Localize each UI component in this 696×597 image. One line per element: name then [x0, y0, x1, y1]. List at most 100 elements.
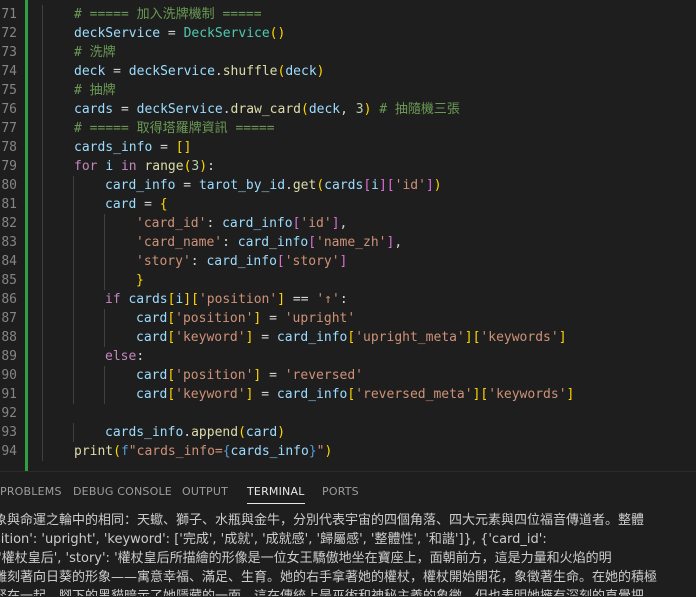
- indent-guide: [42, 176, 43, 195]
- code-line[interactable]: 90 card['position'] = 'reversed': [0, 366, 696, 385]
- code-token: =: [136, 197, 160, 212]
- line-number: 92: [1, 406, 17, 421]
- code-token: [: [167, 387, 176, 402]
- code-token: ]: [339, 254, 348, 269]
- code-line[interactable]: 88 card['keyword'] = card_info['upright_m…: [0, 328, 696, 347]
- code-token: range: [144, 159, 184, 174]
- code-text: 'story': card_info['story']: [136, 252, 347, 271]
- code-token: ]: [425, 178, 434, 193]
- code-editor[interactable]: 71 # ===== 加入洗牌機制 ===== 72 deckService = De…: [0, 0, 696, 471]
- code-text: deck = deckService.shuffle(deck): [74, 62, 324, 81]
- code-token: (: [301, 102, 309, 117]
- code-line[interactable]: 81 card = {: [0, 195, 696, 214]
- code-line[interactable]: 72 deckService = DeckService(): [0, 24, 696, 43]
- code-token: 'position': [175, 311, 254, 326]
- code-text: deckService = DeckService(): [74, 24, 285, 43]
- code-token: [: [167, 330, 176, 345]
- code-line[interactable]: 92: [0, 404, 696, 423]
- code-token: :: [222, 235, 238, 250]
- code-token: cards_info: [74, 140, 153, 155]
- code-token: =: [160, 26, 184, 41]
- tab-terminal[interactable]: TERMINAL: [247, 484, 305, 504]
- code-token: ): [324, 444, 333, 459]
- code-line[interactable]: 89 else:: [0, 347, 696, 366]
- line-number: 79: [1, 159, 17, 174]
- code-token: 'position': [175, 368, 254, 383]
- code-token: card: [105, 197, 137, 212]
- code-token: [: [191, 292, 199, 307]
- code-line[interactable]: 71 # ===== 加入洗牌機制 =====: [0, 5, 696, 24]
- terminal-line: 雕刻著向日葵的形象——寓意幸福、滿足、生育。她的右手拿著她的權杖，權杖開始開花，…: [0, 570, 658, 585]
- code-line[interactable]: 94 print(f"cards_info={cards_info}"): [0, 442, 696, 461]
- indent-guide: [42, 62, 43, 81]
- code-token: card: [136, 387, 168, 402]
- code-token: [: [386, 178, 395, 193]
- code-text: cards_info.append(card): [105, 423, 285, 442]
- code-line[interactable]: 77 # ===== 取得塔羅牌資訊 =====: [0, 119, 696, 138]
- code-line[interactable]: 78 cards_info = []: [0, 138, 696, 157]
- code-text: card['position'] = 'reversed': [136, 366, 363, 385]
- indent-guide: [42, 195, 43, 214]
- tab-output[interactable]: OUTPUT: [182, 484, 228, 504]
- indent-guide: [104, 214, 105, 233]
- code-token: 'card_name': [136, 235, 223, 250]
- indent-guide: [104, 328, 105, 347]
- indent-guide: [73, 423, 74, 442]
- code-token: :: [206, 216, 223, 231]
- code-token: ): [277, 425, 286, 440]
- code-line[interactable]: 84'story': card_info['story']: [0, 252, 696, 271]
- code-token: card: [136, 368, 168, 383]
- code-line[interactable]: 75 # 抽牌: [0, 81, 696, 100]
- code-line[interactable]: 76 cards = deckService.draw_card(deck, 3)…: [0, 100, 696, 119]
- indent-guide: [42, 366, 43, 385]
- indent-guide: [42, 385, 43, 404]
- indent-guide: [42, 404, 43, 423]
- indent-guide: [42, 328, 43, 347]
- code-token: [: [308, 235, 317, 250]
- line-number: 72: [1, 26, 17, 41]
- code-line[interactable]: 74 deck = deckService.shuffle(deck): [0, 62, 696, 81]
- tab-problems[interactable]: PROBLEMS: [0, 484, 62, 504]
- code-token: 'story': [284, 254, 340, 269]
- code-token: 'upright': [284, 311, 356, 326]
- code-token: # 抽牌: [74, 83, 116, 98]
- code-line[interactable]: 83 'card_name': card_info['name_zh'],: [0, 233, 696, 252]
- line-number: 85: [1, 273, 17, 288]
- terminal-output[interactable]: 象與命運之輪中的相同：天蠍、獅子、水瓶與金牛，分別代表宇宙的四個角落、四大元素與…: [0, 510, 696, 596]
- code-text: cards_info = []: [74, 138, 191, 157]
- code-token: 'keywords': [488, 387, 567, 402]
- code-text: # 洗牌: [74, 43, 116, 62]
- code-token: tarot_by_id: [198, 178, 286, 193]
- code-token: =: [253, 330, 277, 345]
- code-line[interactable]: 82 'card_id': card_info['id'],: [0, 214, 696, 233]
- indent-guide: [73, 176, 74, 195]
- code-line[interactable]: 91 card['keyword'] = card_info['reversed_…: [0, 385, 696, 404]
- tab-ports[interactable]: PORTS: [322, 484, 359, 504]
- code-token: card: [136, 330, 168, 345]
- code-token: =: [261, 311, 285, 326]
- tab-debug-console[interactable]: DEBUG CONSOLE: [73, 484, 172, 504]
- code-line[interactable]: 79 for i in range(3):: [0, 157, 696, 176]
- code-line[interactable]: 85}: [0, 271, 696, 290]
- code-line[interactable]: 93 cards_info.append(card): [0, 423, 696, 442]
- indent-guide: [73, 252, 74, 271]
- code-line[interactable]: 87 card['position'] = 'upright': [0, 309, 696, 328]
- code-token: []: [175, 140, 192, 155]
- code-line[interactable]: 73 # 洗牌: [0, 43, 696, 62]
- indent-guide: [42, 214, 43, 233]
- code-text: cards = deckService.draw_card(deck, 3) #…: [74, 100, 460, 119]
- indent-guide: [104, 309, 105, 328]
- indent-guide: [104, 385, 105, 404]
- code-token: # 抽隨機三張: [379, 102, 460, 117]
- code-token: cards: [324, 178, 364, 193]
- indent-guide: [73, 385, 74, 404]
- code-line[interactable]: 80 card_info = tarot_by_id.get(cards[i]['…: [0, 176, 696, 195]
- code-token: if: [105, 292, 121, 307]
- code-text: if cards[i]['position'] == '↑':: [105, 290, 348, 309]
- indent-guide: [73, 271, 74, 290]
- code-token: 'card_id': [136, 216, 207, 231]
- code-line[interactable]: 86 if cards[i]['position'] == '↑':: [0, 290, 696, 309]
- indent-guide: [73, 347, 74, 366]
- code-token: # ===== 取得塔羅牌資訊 =====: [74, 121, 275, 136]
